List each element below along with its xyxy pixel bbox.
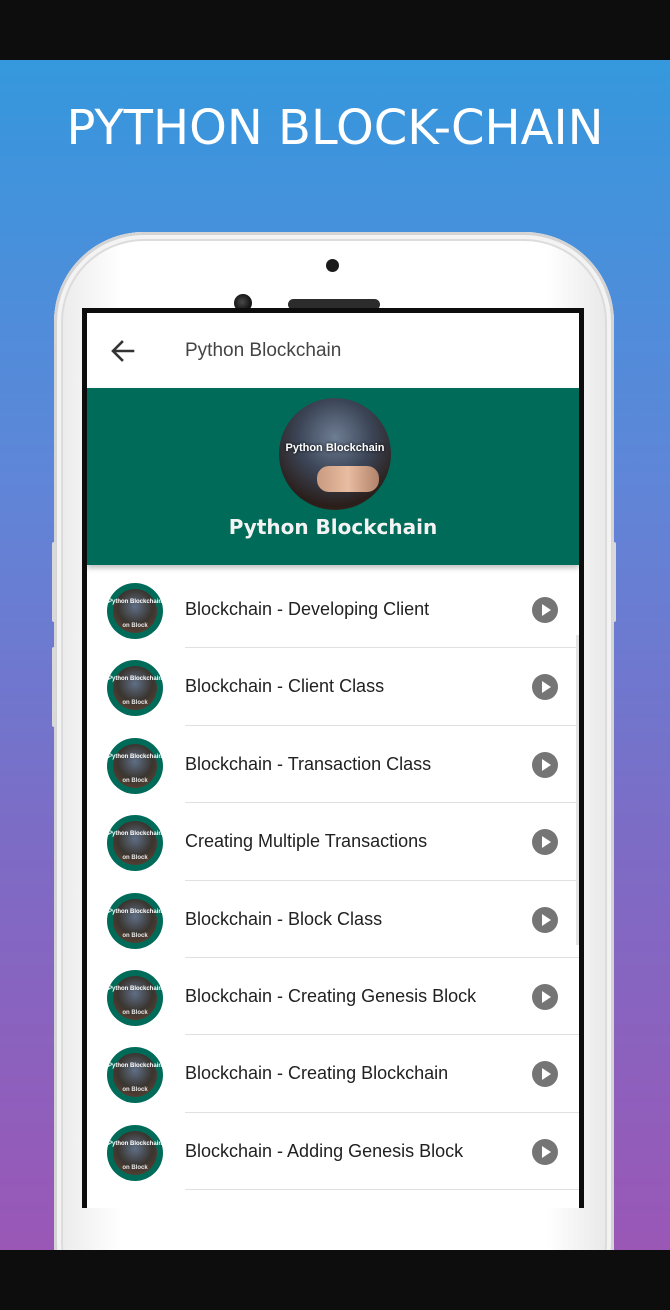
avatar-hand-graphic [317,466,379,492]
app-screen: Python Blockchain Python Blockchain Pyth… [87,313,579,1208]
thumbnail-caption: Python Blockchain [107,599,162,605]
phone-side-button [52,647,56,727]
list-item[interactable]: Python Blockchain on Block Blockchain - Bl… [87,881,579,958]
scrollbar[interactable] [576,635,579,945]
play-circle-icon[interactable] [532,829,558,856]
lesson-thumbnail: Python Blockchain on Block [107,1124,163,1181]
course-avatar: Python Blockchain [279,398,391,510]
top-black-bar [0,0,670,60]
lesson-title: Blockchain - Block Class [185,908,383,929]
thumbnail-caption: Python Blockchain [107,676,162,683]
divider [185,1189,579,1191]
front-sensor [326,259,339,272]
course-title: Python Blockchain [228,515,438,539]
thumbnail-caption-bottom: on Block [122,932,148,939]
lesson-thumbnail: Python Blockchain on Block [107,660,163,717]
avatar-caption: Python Blockchain [285,442,385,454]
play-circle-icon[interactable] [532,674,558,701]
phone-side-button [612,542,616,622]
play-circle-icon[interactable] [532,983,558,1010]
thumbnail-caption: Python Blockchain [107,908,162,915]
list-item[interactable]: Python Blockchain on Block Blockchain - Tr… [87,726,579,804]
phone-side-button [52,542,56,622]
lesson-title: Blockchain - Developing Client [185,599,430,619]
phone-screen: Python Blockchain Python Blockchain Pyth… [82,308,584,1208]
bottom-black-bar [0,1250,670,1310]
lesson-title: Blockchain - Transaction Class [185,753,432,774]
arrow-left-icon [111,340,135,362]
app-bar: Python Blockchain [87,313,579,388]
lesson-thumbnail: Python Blockchain on Block [107,737,163,794]
lesson-title: Blockchain - Creating Genesis Block [185,985,477,1006]
lesson-title: Blockchain - Client Class [185,676,385,697]
play-circle-icon[interactable] [532,597,558,623]
list-item[interactable]: Python Blockchain on Block Blockchain - De… [87,571,579,649]
list-item[interactable]: Python Blockchain on Block Blockchain - Cr… [87,1035,579,1113]
thumbnail-caption: Python Blockchain [107,985,162,992]
thumbnail-caption: Python Blockchain [107,831,162,838]
lesson-title: Creating Multiple Transactions [185,831,428,852]
list-item[interactable]: Python Blockchain on Block Blockchain - Ad… [87,1113,579,1191]
thumbnail-caption: Python Blockchain [107,1063,162,1070]
lesson-list: Python Blockchain on Block Blockchain - De… [87,571,579,1191]
lesson-thumbnail: Python Blockchain on Block [107,892,163,949]
lesson-thumbnail: Python Blockchain on Block [107,815,163,872]
back-button[interactable] [109,337,137,365]
thumbnail-caption-bottom: on Block [122,777,148,784]
poster-headline: PYTHON BLOCK-CHAIN [66,100,604,156]
play-circle-icon[interactable] [532,751,558,778]
play-circle-icon[interactable] [532,1061,558,1088]
play-circle-icon[interactable] [532,906,558,933]
lesson-title: Blockchain - Creating Blockchain [185,1063,449,1084]
lesson-title: Blockchain - Adding Genesis Block [185,1140,464,1161]
thumbnail-caption-bottom: on Block [122,1087,148,1094]
thumbnail-caption-bottom: on Block [122,623,148,629]
lesson-thumbnail: Python Blockchain on Block [107,1047,163,1104]
list-item[interactable]: Python Blockchain on Block Blockchain - Cr… [87,958,579,1036]
list-item[interactable]: Python Blockchain on Block Blockchain - Cl… [87,648,579,726]
thumbnail-caption: Python Blockchain [107,1140,162,1147]
thumbnail-caption-bottom: on Block [122,855,148,862]
thumbnail-caption-bottom: on Block [122,700,148,707]
thumbnail-caption-bottom: on Block [122,1009,148,1016]
course-header: Python Blockchain Python Blockchain [87,388,579,565]
play-circle-icon[interactable] [532,1138,558,1165]
lesson-thumbnail: Python Blockchain on Block [107,969,163,1026]
lesson-thumbnail: Python Blockchain on Block [107,583,163,639]
list-item[interactable]: Python Blockchain on Block Creating Multip… [87,803,579,881]
app-bar-title: Python Blockchain [185,340,342,361]
thumbnail-caption-bottom: on Block [122,1164,148,1171]
thumbnail-caption: Python Blockchain [107,753,162,760]
